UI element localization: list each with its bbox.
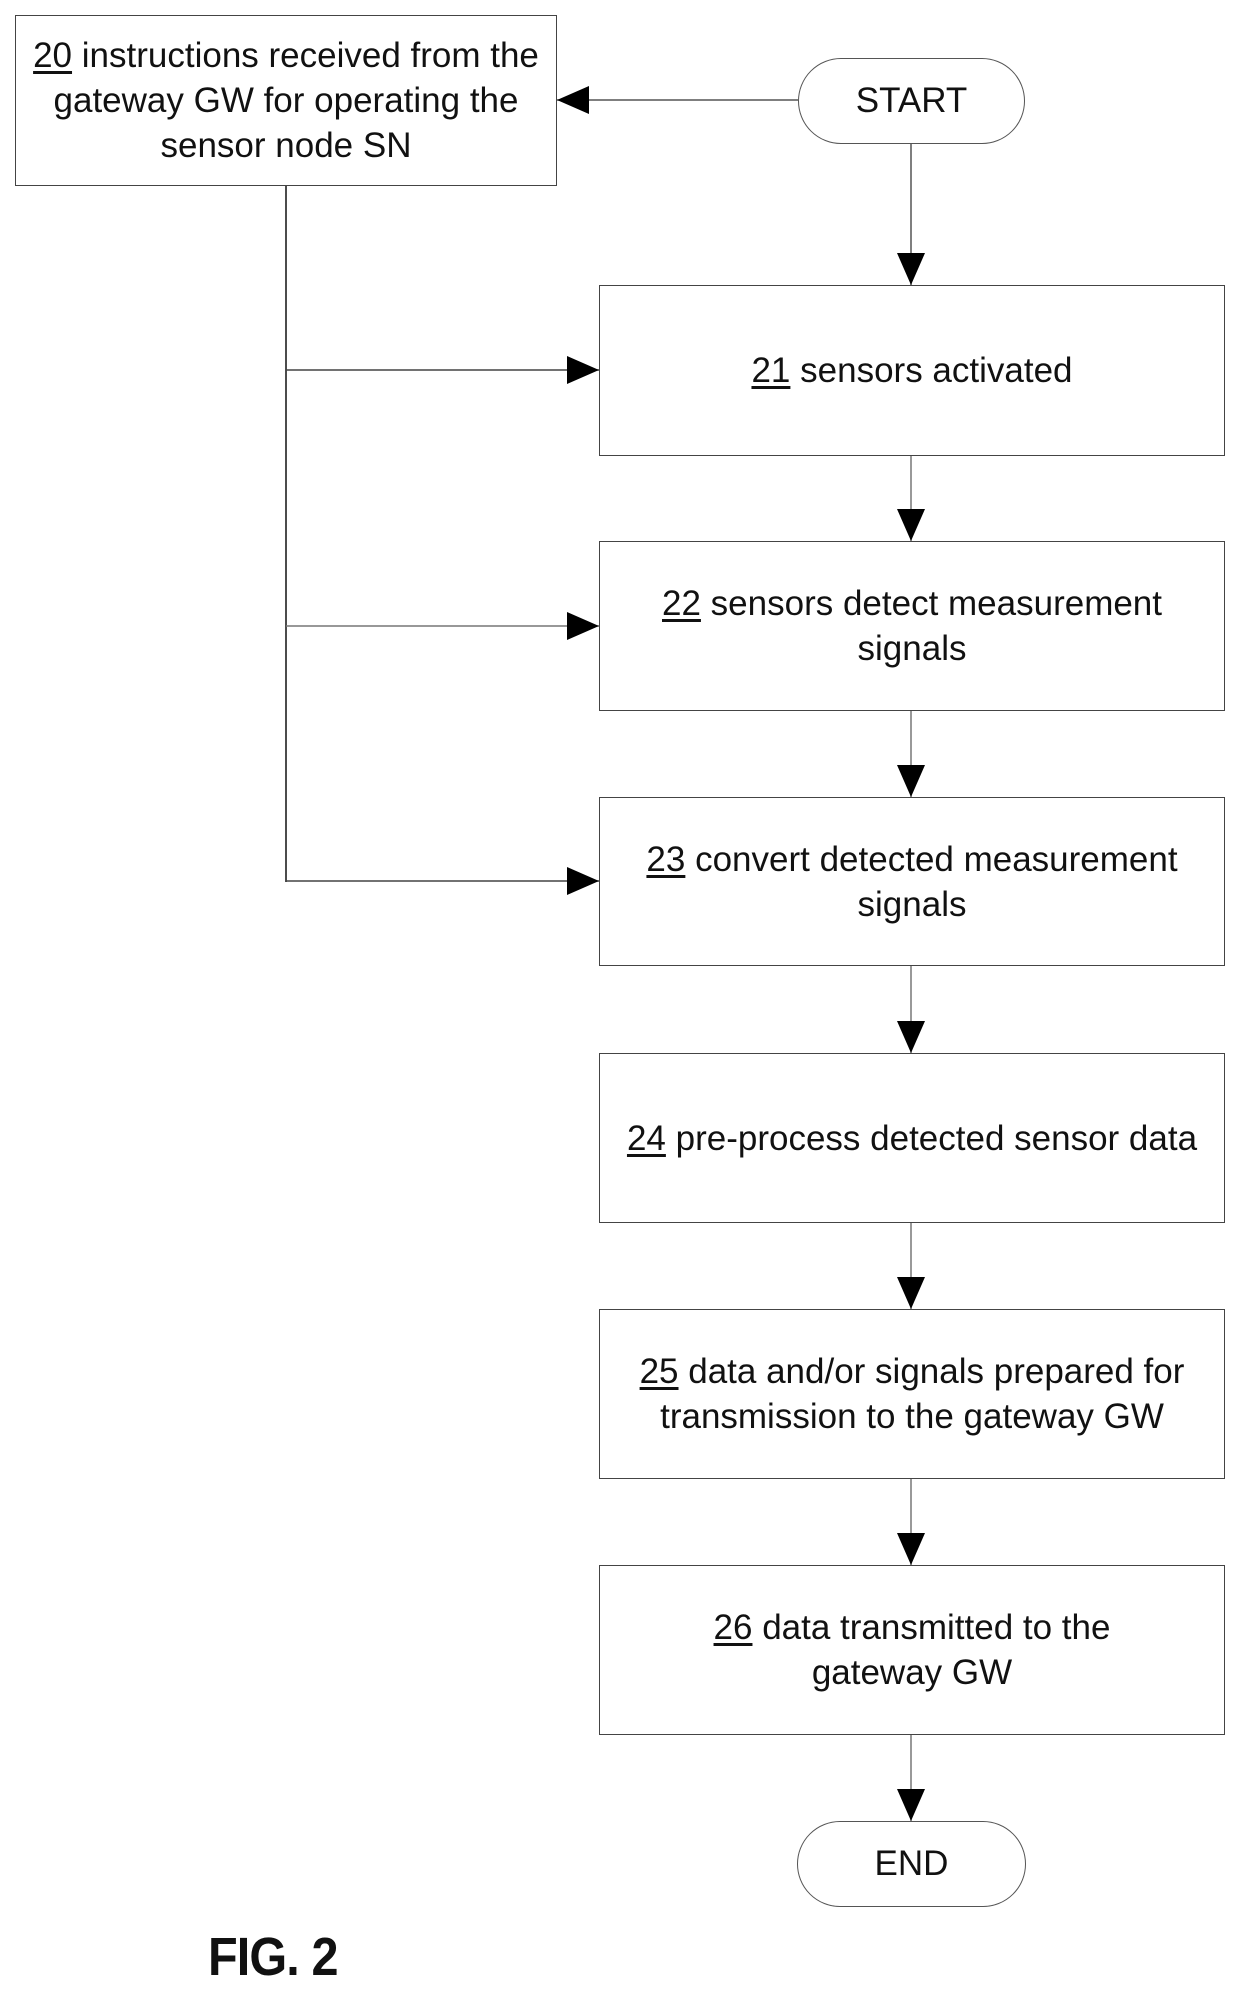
step-25-text: data and/or signals prepared for transmi… <box>660 1352 1185 1436</box>
step-22-number: 22 <box>662 584 701 623</box>
end-label: END <box>874 1844 949 1883</box>
step-21-box: 21 sensors activated <box>599 285 1225 456</box>
step-26-box: 26 data transmitted to the gateway GW <box>599 1565 1225 1735</box>
start-label: START <box>855 81 968 120</box>
step-22-text: sensors detect measurement signals <box>710 584 1162 668</box>
step-26-text: data transmitted to the gateway GW <box>762 1608 1111 1692</box>
step-25-number: 25 <box>639 1352 679 1391</box>
step-26-number: 26 <box>713 1608 753 1647</box>
step-25-box: 25 data and/or signals prepared for tran… <box>599 1309 1225 1479</box>
step-21-number: 21 <box>751 351 791 390</box>
figure-label: FIG. 2 <box>208 1927 339 1987</box>
step-20-number: 20 <box>33 36 73 75</box>
step-20-text: instructions received from the gateway G… <box>53 36 539 165</box>
step-20-box: 20 instructions received from the gatewa… <box>15 15 557 186</box>
start-terminal: START <box>798 58 1025 144</box>
step-23-text: convert detected measurement signals <box>695 839 1178 924</box>
step-23-box: 23 convert detected measurement signals <box>599 797 1225 966</box>
step-21-text: sensors activated <box>800 351 1073 390</box>
step-22-box: 22 sensors detect measurement signals <box>599 541 1225 711</box>
step-23-number: 23 <box>646 839 686 879</box>
step-24-number: 24 <box>626 1118 666 1158</box>
step-24-text: pre-process detected sensor data <box>675 1118 1198 1158</box>
end-terminal: END <box>797 1821 1026 1907</box>
step-24-box: 24 pre-process detected sensor data <box>599 1053 1225 1223</box>
